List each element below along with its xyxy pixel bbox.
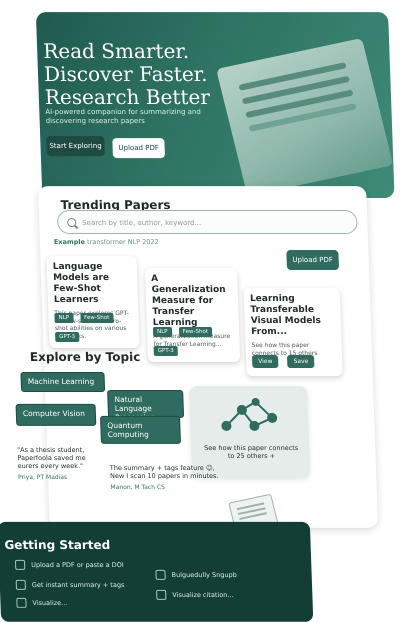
getting-started-step: Bulguedully Sngupb xyxy=(155,569,237,580)
start-exploring-button[interactable]: Start Exploring xyxy=(46,136,105,157)
upload-icon xyxy=(14,559,26,570)
search-input[interactable]: Search by title, author, keyword... xyxy=(56,210,358,235)
search-placeholder: Search by title, author, keyword... xyxy=(82,219,202,228)
testimonial-text: The summary + tags feature ☺, New I scan… xyxy=(109,463,219,480)
testimonial-text: "As a thesis student, Paperfoola saved m… xyxy=(16,445,86,470)
step-label: Bulguedully Sngupb xyxy=(171,570,237,579)
summary-icon xyxy=(15,579,27,590)
hero-title-line-3: Research Better xyxy=(44,85,211,110)
example-value[interactable]: transformer NLP 2022 xyxy=(87,238,159,246)
network-graph-icon xyxy=(221,397,278,431)
paper-tags: NLP Few-Shot GPT-3 xyxy=(152,318,240,356)
topic-natural-language-processing[interactable]: Natural Language Processing xyxy=(107,389,185,422)
getting-started-step: Visualize... xyxy=(16,597,68,608)
graph-icon xyxy=(16,597,27,608)
example-label: Example xyxy=(53,238,86,247)
upload-pdf-button[interactable]: Upload PDF xyxy=(286,250,340,271)
getting-started-step: Get instant summary + tags xyxy=(15,579,125,590)
getting-started-step: Visualize citation... xyxy=(156,589,234,600)
hero-title: Read Smarter. Discover Faster. Research … xyxy=(42,39,246,110)
search-icon xyxy=(67,218,77,228)
tag[interactable]: Few-Shot xyxy=(79,312,114,323)
save-button[interactable]: Save xyxy=(287,354,315,368)
hero-title-line-2: Discover Faster. xyxy=(43,62,208,87)
step-label: Get instant summary + tags xyxy=(31,580,125,589)
tag[interactable]: NLP xyxy=(54,312,74,323)
topic-quantum-computing[interactable]: Quantum Computing xyxy=(99,415,182,444)
paper-actions: View Save xyxy=(251,348,319,368)
search-example: Example transformer NLP 2022 xyxy=(54,238,159,246)
tag[interactable]: Few-Shot xyxy=(178,326,213,337)
graph-caption: See how this paper connects to 25 others… xyxy=(204,443,299,460)
paper-tags: NLP Few-Shot GPT-3 xyxy=(54,304,139,342)
paper-card[interactable]: A Generalization Measure for Transfer Le… xyxy=(144,268,241,362)
paper-title[interactable]: Learning Transferable Visual Models From… xyxy=(250,294,336,338)
hero-subtitle: AI-powered companion for summarizing and… xyxy=(45,108,202,126)
step-label: Visualize... xyxy=(32,598,68,607)
getting-started-title: Getting Started xyxy=(4,537,111,552)
paper-card[interactable]: Language Models are Few-Shot Learners Th… xyxy=(46,256,140,348)
step-label: Visualize citation... xyxy=(172,590,234,599)
getting-started-step: Upload a PDF or paste a DOI xyxy=(14,559,124,570)
testimonial-author: Priya, PT Madias xyxy=(17,473,68,481)
paper-title[interactable]: Language Models are Few-Shot Learners xyxy=(53,262,133,306)
testimonial: "As a thesis student, Paperfoola saved m… xyxy=(17,446,108,482)
hero-title-line-1: Read Smarter. xyxy=(42,39,190,64)
explore-by-topic-title: Explore by Topic xyxy=(29,349,141,364)
bookmark-icon xyxy=(155,569,166,580)
page-canvas: Read Smarter. Discover Faster. Research … xyxy=(0,0,408,622)
paper-card[interactable]: Learning Transferable Visual Models From… xyxy=(243,288,343,376)
testimonial: The summary + tags feature ☺, New I scan… xyxy=(110,464,221,492)
citation-icon xyxy=(156,589,167,600)
tag[interactable]: GPT-3 xyxy=(55,331,80,342)
testimonial-author: Manon, M Tach CS xyxy=(110,483,166,491)
hero-upload-pdf-button[interactable]: Upload PDF xyxy=(112,138,166,159)
tag[interactable]: GPT-3 xyxy=(153,345,178,356)
step-label: Upload a PDF or paste a DOI xyxy=(31,560,124,569)
topic-computer-vision[interactable]: Computer Vision xyxy=(15,403,97,426)
topic-machine-learning[interactable]: Machine Learning xyxy=(20,371,106,392)
view-button[interactable]: View xyxy=(251,354,279,368)
tag[interactable]: NLP xyxy=(152,326,172,337)
